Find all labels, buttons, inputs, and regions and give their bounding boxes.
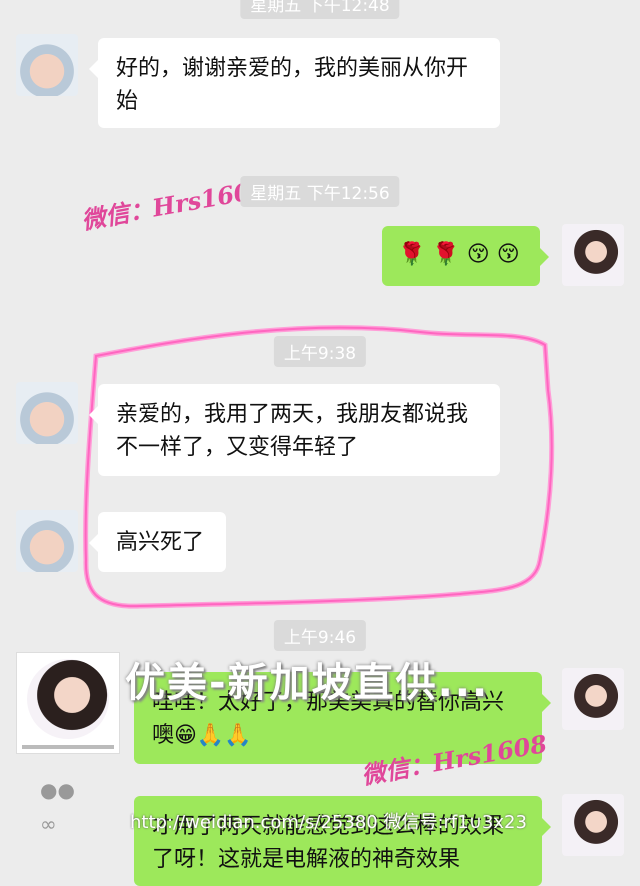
woman-avatar[interactable] xyxy=(562,794,624,856)
timestamp: 上午9:46 xyxy=(273,620,367,651)
timestamp: 上午9:38 xyxy=(273,336,367,367)
baby-avatar[interactable] xyxy=(16,382,78,444)
message-text: 高兴死了 xyxy=(116,530,205,555)
url-watermark: http://weidian.com/s/25380 微信号:rf1∪3x23 xyxy=(130,812,527,833)
baby-avatar[interactable] xyxy=(16,510,78,572)
message-bubble[interactable]: 高兴死了 xyxy=(89,512,226,572)
woman-photo xyxy=(27,659,109,739)
woman-avatar[interactable] xyxy=(562,668,624,730)
photo-caption-bar xyxy=(22,745,114,749)
link-icon: ∞ xyxy=(40,812,57,836)
wechat-icon: ●● xyxy=(40,778,75,802)
overlay-banner-text: 优美-新加坡直供... xyxy=(125,660,490,706)
promo-photo xyxy=(16,652,120,754)
message-bubble[interactable]: 亲爱的，我用了两天，我朋友都说我不一样了，又变得年轻了 xyxy=(89,384,500,476)
message-text: 亲爱的，我用了两天，我朋友都说我不一样了，又变得年轻了 xyxy=(116,402,469,460)
